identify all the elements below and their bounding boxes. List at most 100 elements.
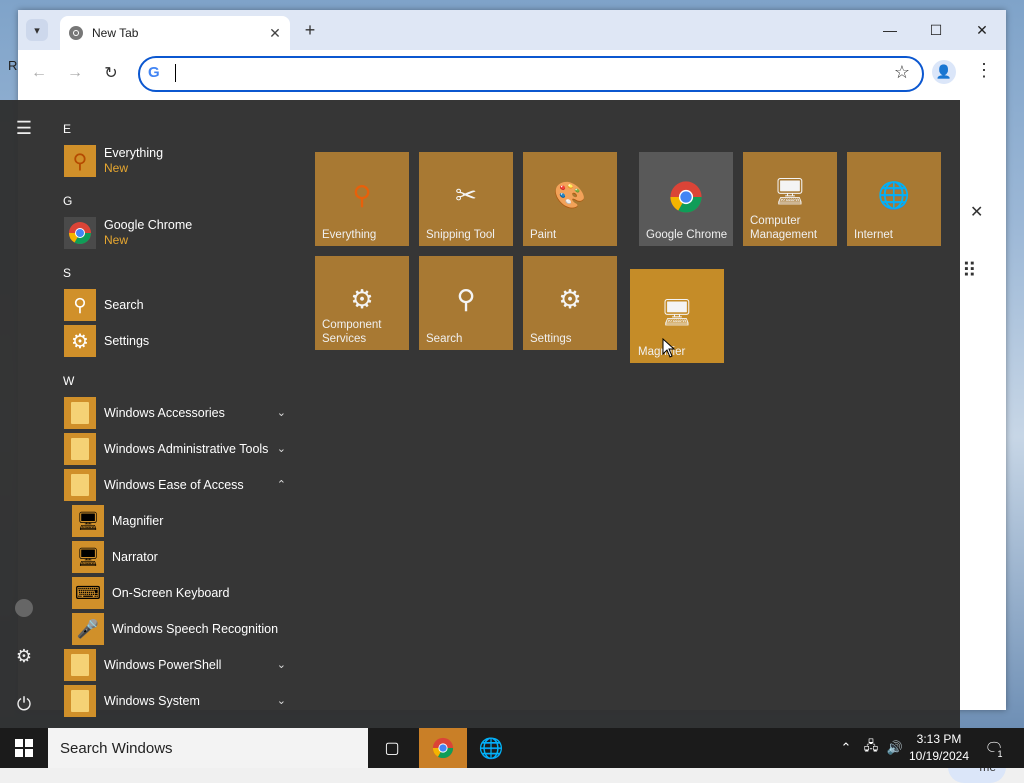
settings-gear-icon[interactable]: ⚙ — [12, 644, 36, 668]
search-placeholder: Search Windows — [60, 739, 173, 757]
app-windows-speech-recognition[interactable]: 🎤 Windows Speech Recognition — [72, 612, 292, 646]
app-label: Windows System — [104, 693, 200, 708]
app-label: Magnifier — [112, 513, 164, 528]
google-apps-icon[interactable]: ⠿ — [962, 258, 977, 283]
close-window-button[interactable]: ✕ — [970, 18, 994, 42]
app-search[interactable]: ⚲ Search — [64, 288, 292, 322]
tile-settings[interactable]: ⚙ Settings — [523, 256, 617, 350]
tile-everything[interactable]: ⚲ Everything — [315, 152, 409, 246]
app-on-screen-keyboard[interactable]: ⌨ On-Screen Keyboard — [72, 576, 292, 610]
tile-component-services[interactable]: ⚙ Component Services — [315, 256, 409, 350]
narrator-icon: 🖥 — [72, 541, 104, 573]
tab-close-icon[interactable]: ✕ — [266, 24, 284, 42]
back-button[interactable]: ← — [28, 62, 50, 84]
chevron-up-icon: ⌃ — [276, 479, 286, 491]
app-everything[interactable]: ⚲ Everything New — [64, 144, 292, 178]
folder-windows-ease-of-access[interactable]: Windows Ease of Access ⌃ — [64, 468, 292, 502]
tile-paint[interactable]: 🎨 Paint — [523, 152, 617, 246]
bookmark-star-icon[interactable]: ☆ — [894, 62, 910, 83]
app-magnifier[interactable]: 🖥 Magnifier — [72, 504, 292, 538]
minimize-button[interactable]: — — [878, 18, 902, 42]
text-caret — [175, 64, 176, 82]
section-letter-w[interactable]: W — [63, 374, 74, 388]
start-rail: ☰ ⚙ ⏻ — [0, 100, 48, 728]
tile-label: Snipping Tool — [426, 229, 495, 241]
forward-button[interactable]: → — [64, 62, 86, 84]
reload-button[interactable]: ↻ — [100, 62, 122, 84]
app-label: Windows PowerShell — [104, 657, 222, 672]
microphone-icon: 🎤 — [72, 613, 104, 645]
tile-label: Internet — [854, 229, 893, 241]
app-label: Windows Speech Recognition — [112, 621, 279, 636]
tile-snipping-tool[interactable]: ✂ Snipping Tool — [419, 152, 513, 246]
tile-label: Paint — [530, 229, 557, 241]
app-label: Narrator — [112, 549, 158, 564]
power-icon[interactable]: ⏻ — [12, 692, 36, 716]
maximize-button[interactable]: ☐ — [924, 18, 948, 42]
gear-icon: ⚙ — [558, 284, 582, 314]
tile-magnifier-dragging[interactable]: 🖥 Magnifier — [630, 269, 724, 363]
user-account-icon[interactable] — [12, 596, 36, 620]
taskbar-clock[interactable]: 3:13 PM 10/19/2024 — [900, 731, 978, 765]
chrome-icon — [432, 737, 454, 759]
start-button[interactable] — [0, 728, 48, 768]
chevron-down-icon: ⌄ — [276, 443, 286, 455]
network-icon[interactable]: 🖧 — [860, 728, 882, 768]
hamburger-menu-icon[interactable]: ☰ — [12, 116, 36, 140]
app-google-chrome[interactable]: Google Chrome New — [64, 216, 292, 250]
action-center-button[interactable]: 🗨 1 — [982, 736, 1006, 760]
desktop-edge-text: R — [8, 58, 18, 73]
folder-windows-powershell[interactable]: Windows PowerShell ⌄ — [64, 648, 292, 682]
folder-windows-accessories[interactable]: Windows Accessories ⌄ — [64, 396, 292, 430]
tile-computer-management[interactable]: 🖥 Computer Management — [743, 152, 837, 246]
chrome-icon — [64, 217, 96, 249]
tile-label: Settings — [530, 333, 572, 345]
tile-label: Search — [426, 333, 463, 345]
magnifier-orange-icon: ⚲ — [64, 145, 96, 177]
app-settings[interactable]: ⚙ Settings — [64, 324, 292, 358]
profile-avatar-button[interactable]: 👤 — [932, 60, 956, 84]
clock-date: 10/19/2024 — [908, 749, 970, 763]
globe-icon: 🌐 — [478, 737, 504, 760]
app-label: Windows Ease of Access — [104, 477, 244, 492]
app-list: E ⚲ Everything New G Google Chrome New S ⚲… — [56, 100, 296, 728]
chevron-down-icon: ▾ — [34, 24, 40, 37]
tab-new-tab[interactable]: New Tab ✕ — [60, 16, 290, 50]
browser-menu-button[interactable]: ⋮ — [974, 60, 994, 81]
folder-icon — [64, 469, 96, 501]
magnifier-orange-icon: ⚲ — [352, 180, 372, 210]
tab-strip: ▾ New Tab ✕ + — ☐ ✕ — [18, 10, 1006, 50]
tile-internet[interactable]: 🌐 Internet — [847, 152, 941, 246]
app-narrator[interactable]: 🖥 Narrator — [72, 540, 292, 574]
folder-icon — [64, 685, 96, 717]
tab-search-dropdown[interactable]: ▾ — [26, 19, 48, 41]
app-label: Windows Accessories — [104, 405, 225, 420]
section-letter-g[interactable]: G — [63, 194, 72, 208]
folder-windows-system[interactable]: Windows System ⌄ — [64, 684, 292, 718]
chevron-down-icon: ⌄ — [276, 695, 286, 707]
taskbar-chrome-button[interactable] — [419, 728, 467, 768]
tile-label: Component Services — [322, 319, 382, 345]
address-bar[interactable]: G ☆ — [138, 56, 924, 92]
folder-windows-administrative-tools[interactable]: Windows Administrative Tools ⌄ — [64, 432, 292, 466]
scissors-icon: ✂ — [455, 180, 477, 210]
taskbar-search-box[interactable]: Search Windows — [48, 728, 368, 768]
app-label: Windows Administrative Tools — [104, 441, 269, 456]
section-letter-e[interactable]: E — [63, 122, 71, 136]
taskbar-internet-button[interactable]: 🌐 — [467, 728, 515, 768]
start-menu: ☰ ⚙ ⏻ E ⚲ Everything New G Google Chrome N… — [0, 100, 960, 728]
section-letter-s[interactable]: S — [63, 266, 71, 280]
browser-toolbar: ← → ↻ G ☆ 👤 ⋮ — [18, 50, 1006, 99]
tile-label: Computer Management — [750, 215, 818, 241]
task-view-icon[interactable]: ▢ — [368, 728, 416, 768]
new-tab-button[interactable]: + — [300, 20, 320, 41]
windows-logo-icon — [15, 739, 33, 757]
tile-label: Everything — [322, 229, 377, 241]
tile-google-chrome[interactable]: Google Chrome — [639, 152, 733, 246]
show-hidden-icons-chevron[interactable]: ⌃ — [836, 728, 856, 768]
close-panel-icon[interactable]: ✕ — [970, 202, 983, 222]
palette-icon: 🎨 — [553, 180, 587, 210]
mouse-cursor-icon — [662, 338, 676, 358]
new-badge: New — [104, 233, 129, 247]
tile-search[interactable]: ⚲ Search — [419, 256, 513, 350]
